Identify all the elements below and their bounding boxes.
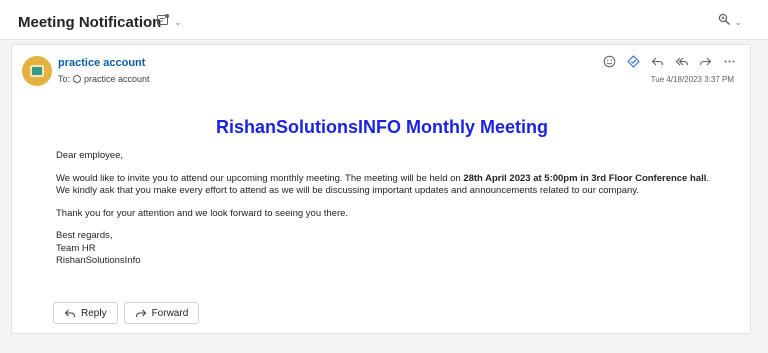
reply-forward-bar: Reply Forward: [53, 302, 200, 324]
loop-icon: [627, 55, 640, 68]
presence-icon: [73, 75, 82, 83]
recipient-row: To: practice account: [58, 74, 150, 84]
meeting-details: 28th April 2023 at 5:00pm in 3rd Floor C…: [463, 172, 707, 184]
thanks-paragraph: Thank you for your attention and we look…: [56, 207, 349, 219]
reading-pane: Meeting Notification ⌄ ⌄ practice accoun…: [0, 0, 768, 353]
chevron-down-icon: ⌄: [734, 16, 742, 27]
signature-company: RishanSolutionsInfo: [56, 255, 141, 266]
emoji-reaction-button[interactable]: [602, 54, 617, 69]
subject-title: Meeting Notification: [18, 14, 162, 31]
forward-label: Forward: [151, 307, 189, 319]
forward-action-button[interactable]: [698, 54, 713, 69]
email-body: Dear employee, We would like to invite y…: [56, 150, 720, 278]
message-actions: [602, 54, 737, 69]
more-actions-button[interactable]: [722, 54, 737, 69]
forward-button[interactable]: Forward: [123, 302, 200, 324]
more-icon: [724, 60, 735, 63]
timestamp: Tue 4/18/2023 3:37 PM: [650, 75, 734, 84]
reply-label: Reply: [81, 307, 107, 319]
zoom-button[interactable]: ⌄: [718, 13, 742, 31]
loop-button[interactable]: [626, 54, 641, 69]
invite-paragraph: We would like to invite you to attend ou…: [56, 173, 720, 198]
subject-bar: Meeting Notification ⌄ ⌄: [0, 0, 768, 40]
greeting: Dear employee,: [56, 150, 124, 161]
to-label: To:: [58, 74, 71, 84]
reply-icon: [64, 309, 76, 317]
reply-icon: [651, 57, 664, 66]
closing: Best regards,: [56, 230, 113, 241]
forward-icon: [135, 309, 146, 317]
summary-button[interactable]: ⌄: [156, 13, 182, 32]
invite-text: We would like to invite you to attend ou…: [56, 172, 464, 184]
sender-name[interactable]: practice account: [58, 57, 145, 69]
reply-all-action-button[interactable]: [674, 54, 689, 69]
forward-icon: [699, 57, 712, 66]
avatar[interactable]: [22, 56, 52, 86]
reply-button[interactable]: Reply: [53, 302, 118, 324]
summary-icon: [156, 13, 170, 32]
smiley-icon: [603, 55, 616, 68]
signature: Best regards, Team HR RishanSolutionsInf…: [56, 230, 720, 268]
reply-action-button[interactable]: [650, 54, 665, 69]
signature-team: Team HR: [56, 242, 96, 254]
message-card: practice account To: practice account Tu…: [11, 44, 751, 334]
email-heading: RishanSolutionsINFO Monthly Meeting: [216, 117, 548, 137]
reply-all-icon: [675, 57, 688, 66]
zoom-icon: [718, 13, 731, 31]
chevron-down-icon: ⌄: [174, 17, 182, 27]
recipient-name[interactable]: practice account: [84, 74, 150, 84]
avatar-image: [30, 65, 44, 77]
